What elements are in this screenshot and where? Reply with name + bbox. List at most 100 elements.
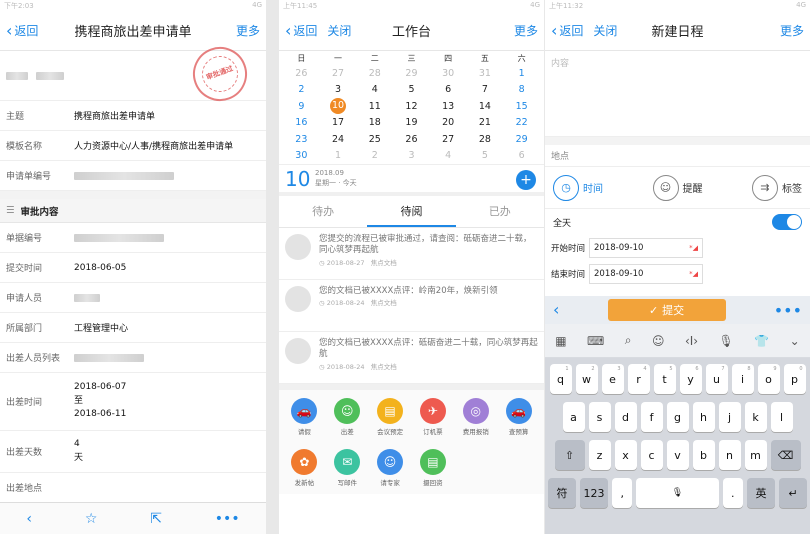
tab-todo[interactable]: 待办 [279, 196, 367, 227]
app-shortcut[interactable]: ☺ 请专家 [369, 449, 412, 494]
reminder-option[interactable]: ☺ 提醒 [652, 174, 703, 201]
calendar-day[interactable]: 21 [467, 115, 504, 132]
key-d[interactable]: d [614, 402, 637, 432]
period-key[interactable]: . [722, 478, 744, 508]
calendar-day[interactable]: 13 [430, 98, 467, 115]
key-j[interactable]: j [718, 402, 741, 432]
key-y[interactable]: y6 [679, 364, 702, 394]
calendar-day[interactable]: 19 [393, 115, 430, 132]
more-button[interactable]: 更多 [780, 22, 804, 39]
more-dots-icon[interactable]: ••• [215, 511, 240, 527]
key-u[interactable]: u7 [705, 364, 728, 394]
calendar-day[interactable]: 3 [393, 148, 430, 165]
key-w[interactable]: w2 [575, 364, 598, 394]
calendar-day[interactable]: 2 [356, 148, 393, 165]
add-event-button[interactable]: + [516, 170, 536, 190]
content-input[interactable]: 内容 [545, 51, 810, 137]
calendar-day[interactable]: 16 [283, 115, 320, 132]
calendar-day[interactable]: 25 [356, 131, 393, 148]
calendar-day[interactable]: 29 [503, 131, 540, 148]
end-time-field[interactable]: 2018-09-10 *◢ [589, 264, 704, 284]
calendar-day[interactable]: 5 [393, 82, 430, 99]
app-shortcut[interactable]: ✈ 订机票 [411, 398, 454, 443]
key-i[interactable]: i8 [731, 364, 754, 394]
comma-key[interactable]: , [611, 478, 633, 508]
cursor-icon[interactable]: ‹I› [685, 334, 698, 348]
tab-to-read[interactable]: 待阅 [367, 196, 456, 227]
calendar-day[interactable]: 26 [283, 65, 320, 82]
key-n[interactable]: n [718, 440, 741, 470]
share-icon[interactable]: ⇱ [150, 511, 162, 527]
calendar-day[interactable]: 31 [467, 65, 504, 82]
key-p[interactable]: p0 [783, 364, 806, 394]
more-button[interactable]: 更多 [236, 22, 260, 39]
message-item[interactable]: 您的文档已被XXXX点评：砥砺奋进二十载，同心筑梦再起航 ◷ 2018-08-2… [279, 332, 544, 384]
key-o[interactable]: o9 [757, 364, 780, 394]
key-z[interactable]: z [588, 440, 611, 470]
star-icon[interactable]: ☆ [85, 511, 98, 527]
symbol-key[interactable]: 符 [548, 478, 576, 508]
key-h[interactable]: h [692, 402, 715, 432]
calendar-day[interactable]: 6 [430, 82, 467, 99]
app-shortcut[interactable]: ▤ 摄回资 [411, 449, 454, 494]
app-shortcut[interactable]: ▤ 会议预定 [369, 398, 412, 443]
key-x[interactable]: x [614, 440, 637, 470]
calendar-day[interactable]: 3 [320, 82, 357, 99]
key-a[interactable]: a [562, 402, 585, 432]
search-icon[interactable]: ⌕ [625, 333, 632, 348]
key-r[interactable]: r4 [627, 364, 650, 394]
back-arrow-icon[interactable]: ‹ [26, 511, 32, 527]
calendar-day[interactable]: 4 [356, 82, 393, 99]
language-key[interactable]: 英 [747, 478, 776, 508]
key-l[interactable]: l [770, 402, 793, 432]
calendar-day[interactable]: 23 [283, 131, 320, 148]
more-dots-icon[interactable]: ••• [774, 301, 802, 320]
app-shortcut[interactable]: ◎ 费用报销 [454, 398, 497, 443]
back-button[interactable]: ‹ 返回 [551, 22, 583, 39]
calendar-day[interactable]: 26 [393, 131, 430, 148]
app-shortcut[interactable]: 🚗 查预算 [497, 398, 540, 443]
time-option[interactable]: ◷ 时间 [553, 174, 603, 201]
calendar-day[interactable]: 6 [503, 148, 540, 165]
calendar-day[interactable]: 28 [467, 131, 504, 148]
back-button[interactable]: ‹ 返回 [6, 22, 38, 39]
calendar-day[interactable]: 18 [356, 115, 393, 132]
backspace-key[interactable]: ⌫ [770, 440, 801, 470]
app-shortcut[interactable]: 🚗 请假 [283, 398, 326, 443]
shift-key[interactable]: ⇧ [554, 440, 585, 470]
calendar-day[interactable]: 27 [430, 131, 467, 148]
back-button[interactable]: ‹ 返回 [285, 22, 317, 39]
location-input[interactable]: 地点 [545, 145, 810, 167]
keyboard-icon[interactable]: ⌨ [587, 334, 604, 348]
calendar-day[interactable]: 5 [467, 148, 504, 165]
allday-toggle[interactable] [772, 214, 802, 230]
more-button[interactable]: 更多 [514, 22, 538, 39]
calendar-day[interactable]: 30 [283, 148, 320, 165]
calendar-day[interactable]: 1 [503, 65, 540, 82]
calendar-day[interactable]: 2 [283, 82, 320, 99]
mic-icon[interactable]: 🎙 [719, 334, 734, 348]
calendar-day[interactable]: 27 [320, 65, 357, 82]
tab-done[interactable]: 已办 [456, 196, 544, 227]
tag-option[interactable]: ⇉ 标签 [752, 174, 802, 201]
calendar-day[interactable]: 29 [393, 65, 430, 82]
message-item[interactable]: 您的文档已被XXXX点评：岭南20年，焕新引领 ◷ 2018-08-24 焦点文… [279, 280, 544, 332]
key-k[interactable]: k [744, 402, 767, 432]
calendar-day[interactable]: 1 [320, 148, 357, 165]
calendar-day[interactable]: 8 [503, 82, 540, 99]
calendar-day[interactable]: 15 [503, 98, 540, 115]
calendar-day[interactable]: 30 [430, 65, 467, 82]
calendar-day[interactable]: 4 [430, 148, 467, 165]
enter-key[interactable]: ↵ [779, 478, 807, 508]
key-m[interactable]: m [744, 440, 767, 470]
space-key[interactable]: 🎙 [636, 478, 719, 508]
chevron-down-icon[interactable]: ⌄ [790, 334, 800, 348]
key-s[interactable]: s [588, 402, 611, 432]
app-shortcut[interactable]: ☺ 出差 [326, 398, 369, 443]
grid-icon[interactable]: ▦ [555, 334, 566, 348]
message-item[interactable]: 您提交的流程已被审批通过，请查阅：砥砺奋进二十载，同心筑梦再起航 ◷ 2018-… [279, 228, 544, 280]
calendar-day[interactable]: 12 [393, 98, 430, 115]
key-b[interactable]: b [692, 440, 715, 470]
key-t[interactable]: t5 [653, 364, 676, 394]
calendar-day[interactable]: 20 [430, 115, 467, 132]
